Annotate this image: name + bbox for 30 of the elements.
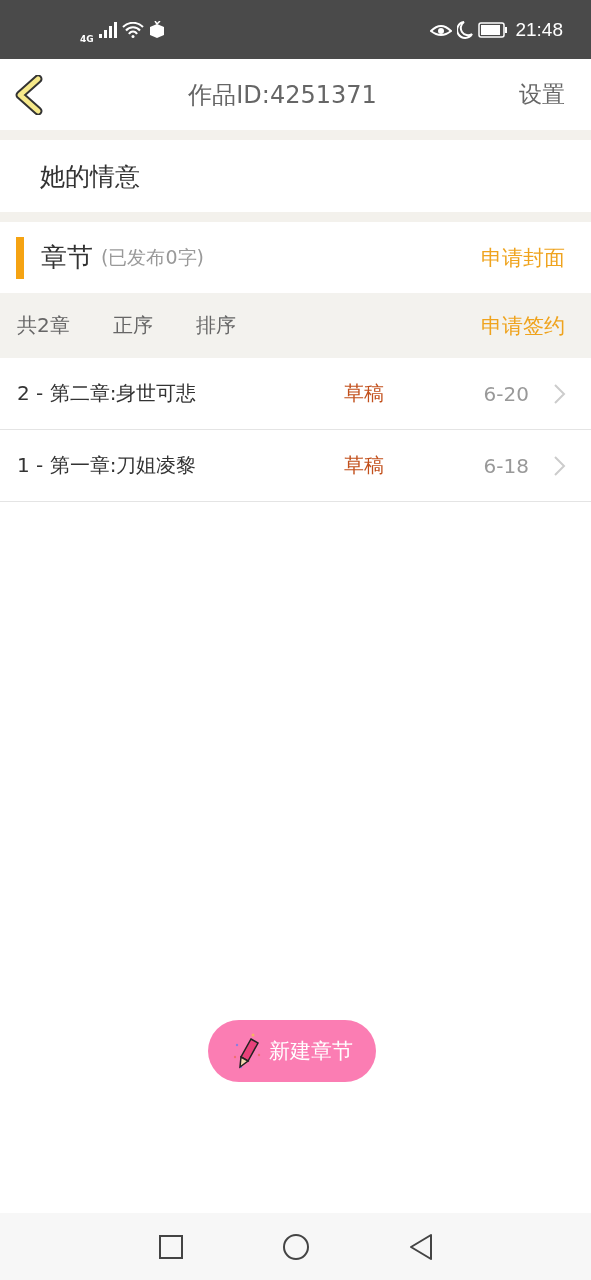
chapter-date: 6-18 [483, 453, 529, 478]
signal-icon [98, 21, 117, 38]
box-icon [148, 20, 165, 39]
published-count: (已发布0字) [101, 244, 205, 270]
chapter-count: 共2章 [17, 312, 70, 339]
wifi-icon [121, 21, 144, 38]
section-title: 章节 [41, 241, 93, 274]
chapter-status: 草稿 [344, 380, 385, 407]
recents-button[interactable] [157, 1233, 184, 1260]
chevron-right-icon [553, 454, 567, 477]
battery-icon [478, 21, 509, 38]
chapter-status: 草稿 [344, 452, 385, 479]
home-button[interactable] [281, 1232, 310, 1261]
back-nav-button[interactable] [407, 1232, 434, 1261]
clock-time: 21:48 [515, 18, 563, 41]
back-chevron-icon [14, 74, 44, 115]
chevron-right-icon [553, 382, 567, 405]
chapter-row[interactable]: 2 - 第二章:身世可悲 草稿 6-20 [0, 358, 591, 430]
chapter-title: 1 - 第一章:刀姐凌黎 [17, 452, 198, 479]
moon-icon [457, 20, 474, 39]
order-button[interactable]: 正序 [112, 312, 153, 339]
network-label: 4G [80, 33, 94, 44]
work-title: 她的情意 [39, 160, 141, 193]
sort-button[interactable]: 排序 [195, 312, 236, 339]
chapter-date: 6-20 [483, 381, 529, 406]
settings-button[interactable]: 设置 [519, 79, 565, 110]
page-title: 作品ID:4251371 [187, 79, 378, 111]
chapter-row[interactable]: 1 - 第一章:刀姐凌黎 草稿 6-18 [0, 430, 591, 502]
chapter-title: 2 - 第二章:身世可悲 [17, 380, 198, 407]
accent-bar [16, 236, 24, 279]
